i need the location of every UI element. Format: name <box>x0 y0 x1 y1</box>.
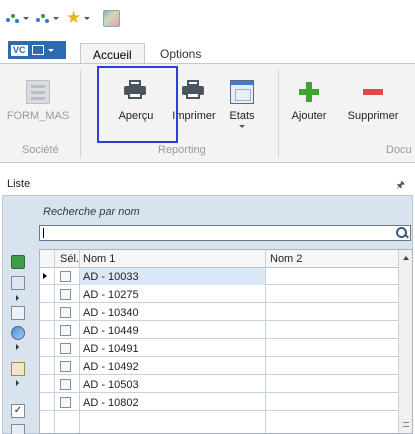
supprimer-button[interactable]: Supprimer <box>340 68 406 142</box>
favorites-star-icon[interactable]: ★ <box>66 9 91 26</box>
nom1-cell: AD - 10492 <box>83 361 139 373</box>
etats-button[interactable]: Etats <box>222 68 262 142</box>
reports-icon <box>230 80 254 104</box>
nom1-cell: AD - 10033 <box>83 271 139 283</box>
image-icon[interactable] <box>103 9 120 27</box>
row-checkbox[interactable] <box>60 271 71 282</box>
etats-label: Etats <box>229 110 255 122</box>
table-row[interactable]: AD - 10033 <box>40 268 412 285</box>
panel-header: Liste 🖈 <box>2 175 413 193</box>
folder-icon[interactable] <box>11 362 25 376</box>
search-label: Recherche par nom <box>43 206 140 218</box>
form-icon <box>26 80 50 104</box>
list-icon[interactable] <box>11 424 25 434</box>
scroll-up-icon[interactable] <box>403 256 409 260</box>
quick-access-toolbar: ★ <box>0 0 415 36</box>
form-mas-button[interactable]: FORM_MAS <box>6 68 70 142</box>
nom1-cell: AD - 10449 <box>83 325 139 337</box>
add-icon <box>297 80 321 104</box>
table-row[interactable]: AD - 10275 <box>40 286 412 303</box>
grid-header: Sél. Nom 1 Nom 2 <box>40 250 412 268</box>
group-label-reporting: Reporting <box>158 144 206 156</box>
pin-icon[interactable]: 🖈 <box>396 178 405 195</box>
tab-options[interactable]: Options <box>148 43 213 64</box>
excel-icon[interactable] <box>11 255 25 269</box>
row-checkbox[interactable] <box>60 397 71 408</box>
search-icon[interactable] <box>395 226 409 240</box>
text-cursor <box>43 228 44 238</box>
group-separator <box>278 70 279 158</box>
resize-grip-icon[interactable] <box>403 422 409 427</box>
highlight-box <box>97 66 178 143</box>
table-row[interactable]: AD - 10449 <box>40 322 412 339</box>
chevron-down-icon <box>239 125 245 128</box>
side-toolbar: ✓ <box>3 246 33 434</box>
results-grid: Sél. Nom 1 Nom 2 AD - 10033 AD - 10275 A… <box>39 249 413 434</box>
group-label-societe: Société <box>22 144 59 156</box>
table-row[interactable]: AD - 10802 <box>40 394 412 411</box>
column-header-nom1[interactable]: Nom 1 <box>83 253 115 265</box>
nom1-cell: AD - 10802 <box>83 397 139 409</box>
row-checkbox[interactable] <box>60 289 71 300</box>
printer-icon <box>182 80 206 104</box>
app-dots-icon[interactable] <box>6 10 29 26</box>
tab-accueil[interactable]: Accueil <box>80 43 145 64</box>
table-row[interactable]: AD - 10491 <box>40 340 412 357</box>
nom1-cell: AD - 10503 <box>83 379 139 391</box>
list-panel: Recherche par nom ✓ Sél. Nom 1 Nom 2 AD … <box>2 195 413 434</box>
app-dots-icon[interactable] <box>36 10 59 26</box>
ajouter-button[interactable]: Ajouter <box>283 68 335 142</box>
column-divider <box>79 250 80 433</box>
row-checkbox[interactable] <box>60 343 71 354</box>
supprimer-label: Supprimer <box>347 110 399 122</box>
vertical-scrollbar[interactable] <box>398 250 412 433</box>
column-header-sel[interactable]: Sél. <box>60 253 79 265</box>
nom1-cell: AD - 10491 <box>83 343 139 355</box>
chevron-right-icon <box>16 295 19 301</box>
chevron-right-icon <box>16 344 19 350</box>
nom1-cell: AD - 10340 <box>83 307 139 319</box>
chevron-right-icon <box>16 380 19 386</box>
table-row[interactable]: AD - 10492 <box>40 358 412 375</box>
ribbon: FORM_MAS Aperçu Imprimer Etats Ajouter S… <box>0 63 415 163</box>
table-row[interactable]: AD - 10503 <box>40 376 412 393</box>
column-divider <box>54 250 55 433</box>
document-icon[interactable] <box>11 276 25 290</box>
row-checkbox[interactable] <box>60 379 71 390</box>
ajouter-label: Ajouter <box>291 110 327 122</box>
group-label-documents: Docu <box>386 144 412 156</box>
window-icon <box>31 45 44 55</box>
check-icon[interactable]: ✓ <box>11 404 25 418</box>
group-separator <box>80 70 81 158</box>
globe-icon[interactable] <box>11 326 25 340</box>
row-checkbox[interactable] <box>60 325 71 336</box>
current-row-indicator <box>43 273 47 279</box>
search-input[interactable] <box>39 225 411 241</box>
column-divider <box>265 250 266 433</box>
column-header-nom2[interactable]: Nom 2 <box>270 253 302 265</box>
delete-icon <box>361 80 385 104</box>
file-menu-button[interactable]: VC <box>8 41 66 59</box>
nom1-cell: AD - 10275 <box>83 289 139 301</box>
form-mas-label: FORM_MAS <box>6 110 70 122</box>
row-checkbox[interactable] <box>60 361 71 372</box>
ribbon-tab-row: VC Accueil Options <box>0 36 415 64</box>
table-row[interactable]: AD - 10340 <box>40 304 412 321</box>
chevron-down-icon <box>47 48 54 52</box>
app-badge: VC <box>11 44 28 56</box>
window-icon[interactable] <box>11 306 25 320</box>
panel-title: Liste <box>7 178 31 190</box>
row-checkbox[interactable] <box>60 307 71 318</box>
imprimer-label: Imprimer <box>172 110 216 122</box>
